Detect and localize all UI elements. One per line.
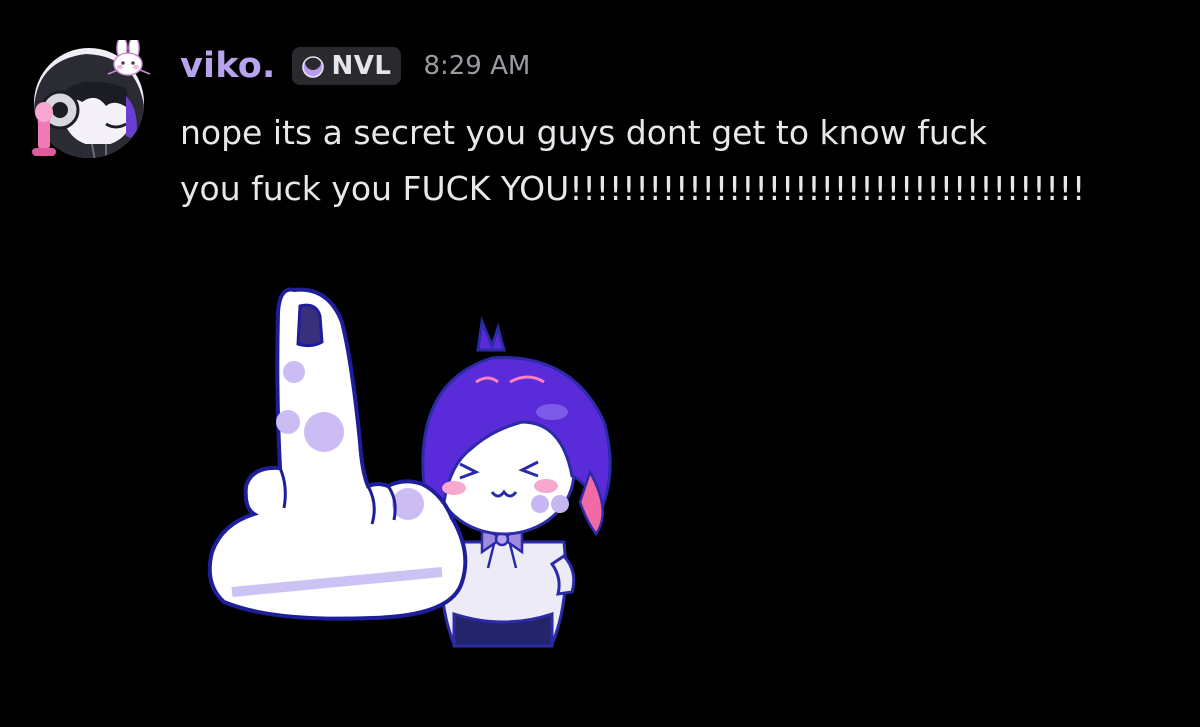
message-header: viko. NVL 8:29 AM [180,38,530,94]
message-content: nope its a secret you guys dont get to k… [180,105,1185,217]
guild-tag-label: NVL [331,51,392,81]
sticker-image [207,287,612,648]
middle-finger-sticker[interactable] [192,272,632,672]
message-content-line-2: you fuck you FUCK YOU!!!!!!!!!!!!!!!!!!!… [180,169,1086,208]
username[interactable]: viko. [180,46,276,86]
user-avatar[interactable] [26,36,152,166]
chat-message: viko. NVL 8:29 AM nope its a secret you … [0,0,1200,727]
avatar-image [32,36,151,158]
moon-crescent-icon [301,54,324,78]
guild-tag[interactable]: NVL [291,47,402,85]
message-timestamp[interactable]: 8:29 AM [423,51,530,81]
message-content-line-1: nope its a secret you guys dont get to k… [180,113,988,152]
